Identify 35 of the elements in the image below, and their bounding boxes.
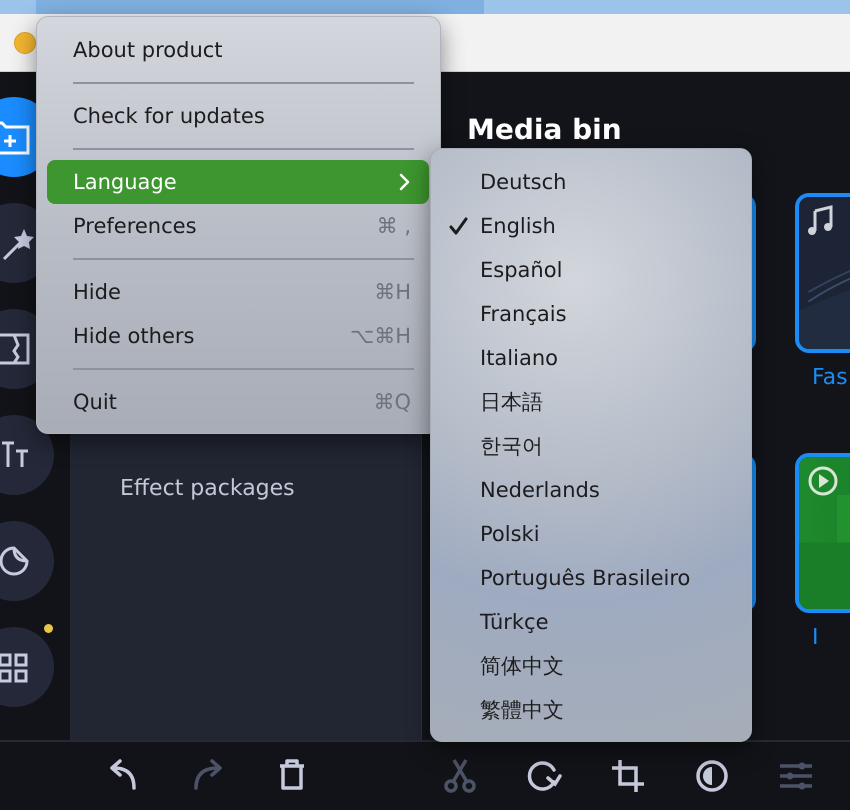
menu-item[interactable]: Deutsch xyxy=(480,170,566,194)
menu-item-label: Check for updates xyxy=(73,104,265,128)
category-item[interactable]: Effect packages xyxy=(70,467,295,511)
menu-item[interactable]: 繁體中文 xyxy=(480,696,564,724)
menu-item[interactable]: 简体中文 xyxy=(480,652,564,680)
menu-item[interactable]: Nederlands xyxy=(480,478,600,502)
media-bin-title: Media bin xyxy=(467,112,622,148)
menu-item[interactable]: Quit ⌘Q xyxy=(47,380,429,424)
menu-item[interactable]: Preferences ⌘ , xyxy=(47,204,429,248)
menu-item-label: Hide xyxy=(73,280,121,304)
media-label: Fas xyxy=(812,365,848,390)
menu-item[interactable]: Português Brasileiro xyxy=(480,566,690,590)
menu-item[interactable]: Hide ⌘H xyxy=(47,270,429,314)
menu-item[interactable]: English xyxy=(480,214,556,238)
menu-item[interactable]: Español xyxy=(480,258,562,282)
menu-item[interactable]: Hide others ⌥⌘H xyxy=(47,314,429,358)
shortcut-label: ⌘H xyxy=(374,280,411,304)
menu-item[interactable]: 한국어 xyxy=(480,432,543,460)
menu-item[interactable]: Check for updates xyxy=(47,94,429,138)
menu-item[interactable]: Language xyxy=(47,160,429,204)
menu-item[interactable]: Türkçe xyxy=(480,610,549,634)
menu-item-label: Quit xyxy=(73,390,117,414)
menu-item[interactable]: 日本語 xyxy=(480,388,543,416)
shortcut-label: ⌘Q xyxy=(373,390,411,414)
menu-item-label: Preferences xyxy=(73,214,197,238)
menu-item[interactable]: Polski xyxy=(480,522,540,546)
menu-item-label: Hide others xyxy=(73,324,194,348)
media-label: I xyxy=(812,625,818,650)
menu-item-label: About product xyxy=(73,38,223,62)
shortcut-label: ⌥⌘H xyxy=(350,324,411,348)
menu-item[interactable]: About product xyxy=(47,28,429,72)
menu-item-label: Language xyxy=(73,170,177,194)
shortcut-label: ⌘ , xyxy=(376,214,411,238)
menu-item[interactable]: Français xyxy=(480,302,567,326)
menu-item[interactable]: Italiano xyxy=(480,346,558,370)
